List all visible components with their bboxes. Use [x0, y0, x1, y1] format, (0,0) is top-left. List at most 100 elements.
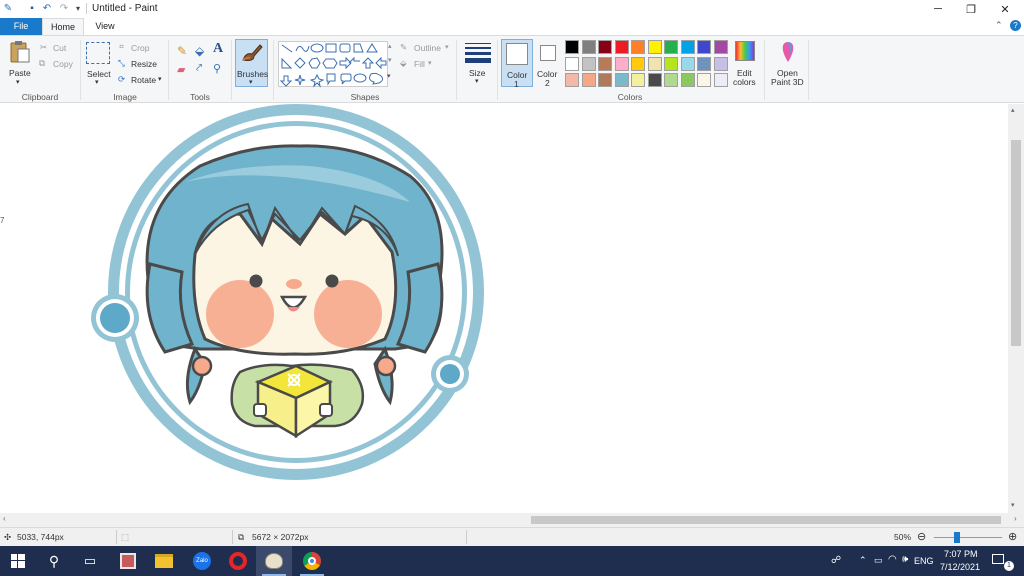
brushes-button[interactable]: Brushes ▾: [235, 39, 268, 87]
paint-3d-icon[interactable]: [777, 40, 799, 64]
wifi-icon[interactable]: ◠: [888, 554, 897, 565]
cut-button[interactable]: Cut: [53, 43, 66, 53]
palette-swatch[interactable]: [647, 40, 662, 54]
outline-dropdown-icon[interactable]: ▾: [445, 43, 449, 51]
battery-icon[interactable]: ▭: [874, 555, 883, 566]
paste-dropdown-icon[interactable]: ▾: [16, 78, 20, 86]
palette-swatch[interactable]: [631, 56, 645, 71]
rotate-button[interactable]: Rotate: [131, 75, 156, 85]
copy-icon[interactable]: ⧉: [39, 58, 45, 69]
palette-swatch[interactable]: [713, 56, 728, 71]
palette-swatch[interactable]: [565, 73, 579, 87]
palette-swatch[interactable]: [581, 56, 596, 71]
outline-button[interactable]: Outline: [414, 43, 441, 53]
select-dropdown-icon[interactable]: ▾: [95, 78, 99, 86]
resize-icon[interactable]: ⤡: [118, 58, 125, 69]
crop-button[interactable]: Crop: [131, 43, 149, 53]
undo-icon[interactable]: ↶: [41, 2, 53, 14]
palette-swatch[interactable]: [664, 73, 678, 87]
edit-colors-label-2[interactable]: colors: [733, 77, 756, 87]
palette-swatch[interactable]: [581, 40, 596, 54]
tab-view[interactable]: View: [84, 18, 126, 35]
scroll-down-icon[interactable]: ▾: [1011, 501, 1015, 509]
clock-date[interactable]: 7/12/2021: [940, 562, 980, 572]
close-button[interactable]: ✕: [988, 0, 1022, 18]
canvas-area[interactable]: 7: [0, 104, 1008, 513]
help-icon[interactable]: ?: [1010, 20, 1021, 31]
palette-swatch[interactable]: [614, 56, 629, 71]
copy-button[interactable]: Copy: [53, 59, 73, 69]
palette-swatch[interactable]: [664, 56, 678, 71]
paint-taskbar-icon[interactable]: [256, 546, 292, 576]
fill-button[interactable]: Fill: [414, 59, 425, 69]
palette-swatch[interactable]: [664, 40, 678, 54]
language-indicator[interactable]: ENG: [914, 556, 934, 566]
file-explorer-icon[interactable]: [146, 546, 182, 576]
people-icon[interactable]: ☍: [831, 555, 841, 566]
search-icon[interactable]: ⚲: [36, 546, 72, 576]
size-dropdown-icon[interactable]: ▾: [475, 77, 479, 85]
color2-button[interactable]: Color 2: [534, 39, 562, 88]
outline-icon[interactable]: ✎: [400, 42, 407, 53]
palette-swatch[interactable]: [598, 56, 612, 71]
save-icon[interactable]: ▪: [26, 2, 38, 14]
volume-icon[interactable]: 🕪: [902, 554, 908, 565]
pencil-icon[interactable]: ✎: [177, 44, 187, 58]
size-icon[interactable]: [465, 41, 491, 65]
palette-swatch[interactable]: [697, 73, 711, 87]
edit-colors-icon[interactable]: [735, 41, 755, 61]
paste-icon[interactable]: [8, 40, 32, 64]
palette-swatch[interactable]: [713, 40, 728, 54]
palette-swatch[interactable]: [631, 40, 645, 54]
palette-swatch[interactable]: [697, 40, 711, 54]
tab-file[interactable]: File: [0, 18, 42, 35]
chrome-icon[interactable]: [294, 546, 330, 576]
snipping-tool-icon[interactable]: [110, 546, 146, 576]
fill-bucket-icon[interactable]: ⬙: [195, 44, 204, 58]
quick-access-dropdown-icon[interactable]: ▾: [72, 2, 84, 14]
crop-icon[interactable]: ⌗: [119, 41, 124, 52]
zoom-slider-track[interactable]: [934, 537, 1002, 538]
palette-swatch[interactable]: [598, 40, 612, 54]
zalo-icon[interactable]: Zalo: [184, 546, 220, 576]
show-hidden-icons[interactable]: ⌃: [859, 555, 867, 566]
shapes-scroll-down-icon[interactable]: ▾: [388, 56, 392, 64]
palette-swatch[interactable]: [680, 40, 695, 54]
opera-icon[interactable]: [220, 546, 256, 576]
palette-swatch[interactable]: [614, 73, 629, 87]
palette-swatch[interactable]: [598, 73, 612, 87]
fill-icon[interactable]: ⬙: [400, 58, 407, 69]
zoom-in-icon[interactable]: ⊕: [1008, 530, 1017, 543]
fill-dropdown-icon[interactable]: ▾: [428, 59, 432, 67]
scroll-left-icon[interactable]: ‹: [3, 514, 6, 523]
collapse-ribbon-icon[interactable]: ⌃: [995, 20, 1003, 31]
paste-label[interactable]: Paste: [9, 68, 31, 78]
color-picker-icon[interactable]: ⤤: [196, 62, 202, 75]
palette-swatch[interactable]: [647, 73, 662, 87]
scroll-up-icon[interactable]: ▴: [1011, 106, 1015, 114]
palette-swatch[interactable]: [680, 73, 695, 87]
palette-swatch[interactable]: [581, 73, 596, 87]
scroll-right-icon[interactable]: ›: [1014, 514, 1017, 523]
eraser-icon[interactable]: ▰: [177, 63, 185, 76]
paint-3d-label-2[interactable]: Paint 3D: [771, 77, 804, 87]
restore-button[interactable]: ❐: [954, 0, 988, 18]
vertical-scrollbar[interactable]: ▴ ▾: [1008, 104, 1024, 513]
palette-swatch[interactable]: [565, 56, 579, 71]
task-view-icon[interactable]: ▭: [72, 546, 108, 576]
minimize-button[interactable]: ─: [921, 0, 955, 18]
color1-button[interactable]: Color 1: [501, 39, 533, 89]
tab-home[interactable]: Home: [42, 18, 84, 35]
palette-swatch[interactable]: [614, 40, 629, 54]
notification-icon[interactable]: [992, 554, 1004, 564]
select-button[interactable]: Select: [87, 69, 111, 79]
shapes-scroll-up-icon[interactable]: ▴: [388, 42, 392, 50]
select-icon[interactable]: [86, 42, 110, 64]
vertical-scroll-thumb[interactable]: [1011, 140, 1021, 346]
redo-icon[interactable]: ↷: [58, 2, 70, 14]
shapes-gallery[interactable]: [278, 41, 388, 88]
canvas-image[interactable]: [0, 104, 560, 513]
shapes-expand-icon[interactable]: ▾: [387, 72, 391, 80]
rotate-icon[interactable]: ⟳: [118, 74, 125, 85]
palette-swatch[interactable]: [565, 40, 579, 54]
